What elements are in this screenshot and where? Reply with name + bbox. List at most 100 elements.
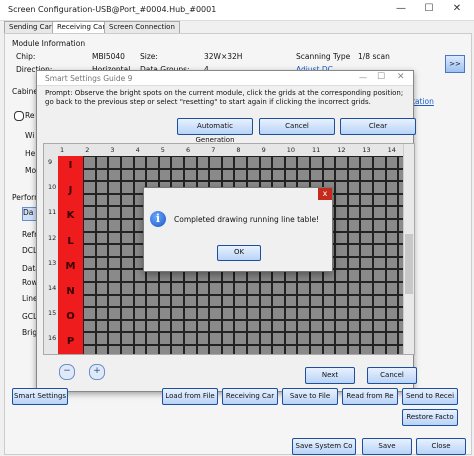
grid-cell[interactable] — [133, 319, 147, 333]
grid-cell[interactable] — [335, 307, 348, 320]
grid-cell[interactable] — [171, 168, 184, 182]
message-close-icon[interactable]: x — [318, 188, 332, 200]
send-to-receiving-button[interactable]: Send to Recei — [402, 388, 458, 405]
grid-cell[interactable] — [83, 181, 96, 194]
grid-cell[interactable] — [108, 168, 121, 182]
grid-cell[interactable] — [284, 156, 298, 169]
grid-cell[interactable] — [95, 256, 109, 270]
next-button[interactable]: Next — [305, 367, 355, 384]
grid-cell[interactable] — [284, 345, 298, 354]
grid-cell[interactable] — [259, 156, 273, 169]
grid-cell[interactable] — [121, 256, 134, 270]
load-from-file-button[interactable]: Load from File — [162, 388, 218, 405]
grid-cell[interactable] — [322, 319, 336, 333]
grid-cell[interactable] — [133, 156, 147, 169]
grid-cell[interactable] — [335, 168, 348, 182]
grid-cell[interactable] — [184, 156, 197, 169]
grid-cell[interactable] — [272, 307, 285, 320]
grid-cell[interactable] — [83, 156, 96, 169]
grid-cell[interactable] — [360, 244, 373, 257]
grid-cell[interactable] — [385, 294, 399, 308]
grid-cell[interactable] — [322, 332, 336, 345]
grid-cell[interactable] — [373, 319, 386, 333]
grid-cell[interactable] — [121, 193, 134, 207]
grid-cell[interactable] — [83, 269, 96, 282]
restore-factory-button[interactable]: Restore Facto — [402, 409, 458, 426]
grid-cell[interactable] — [347, 269, 361, 282]
grid-cell[interactable] — [310, 168, 323, 182]
grid-cell[interactable] — [385, 231, 399, 245]
grid-cell[interactable] — [259, 294, 273, 308]
grid-cell[interactable] — [171, 294, 184, 308]
grid-cell[interactable] — [373, 156, 386, 169]
grid-cell[interactable] — [385, 244, 399, 257]
grid-cell[interactable] — [209, 294, 222, 308]
grid-cell[interactable] — [272, 156, 285, 169]
grid-cell[interactable] — [360, 193, 373, 207]
grid-cell[interactable] — [184, 345, 197, 354]
grid-cell[interactable] — [108, 244, 121, 257]
grid-cell[interactable] — [133, 282, 147, 295]
grid-cell[interactable] — [83, 219, 96, 232]
grid-cell[interactable] — [360, 168, 373, 182]
grid-cell[interactable] — [385, 193, 399, 207]
grid-cell[interactable] — [146, 282, 159, 295]
grid-cell[interactable] — [121, 307, 134, 320]
grid-cell[interactable] — [221, 319, 235, 333]
grid-cell[interactable] — [284, 168, 298, 182]
grid-cell[interactable] — [385, 156, 399, 169]
grid-cell[interactable] — [108, 219, 121, 232]
grid-cell[interactable] — [196, 332, 210, 345]
grid-cell[interactable] — [158, 156, 172, 169]
grid-cell[interactable] — [310, 345, 323, 354]
grid-cell[interactable] — [259, 319, 273, 333]
grid-cell[interactable] — [121, 206, 134, 219]
grid-cell[interactable] — [259, 168, 273, 182]
close-button[interactable]: Close — [416, 438, 466, 455]
grid-cell[interactable] — [108, 319, 121, 333]
grid-cell[interactable] — [83, 282, 96, 295]
grid-cell[interactable] — [158, 294, 172, 308]
grid-cell[interactable] — [385, 282, 399, 295]
grid-cell[interactable] — [347, 193, 361, 207]
grid-cell[interactable] — [146, 156, 159, 169]
grid-cell[interactable] — [272, 345, 285, 354]
grid-cell[interactable] — [347, 282, 361, 295]
grid-cell[interactable] — [95, 206, 109, 219]
grid-cell[interactable] — [272, 168, 285, 182]
grid-cell[interactable] — [272, 332, 285, 345]
save-system-config-button[interactable]: Save System Co — [292, 438, 356, 455]
grid-cell[interactable] — [259, 332, 273, 345]
grid-cell[interactable] — [184, 332, 197, 345]
grid-cell[interactable] — [121, 294, 134, 308]
grid-cell[interactable] — [209, 156, 222, 169]
save-button[interactable]: Save — [362, 438, 412, 455]
grid-cell[interactable] — [335, 181, 348, 194]
grid-cell[interactable] — [83, 193, 96, 207]
dialog-close-icon[interactable]: ✕ — [397, 72, 405, 82]
grid-cell[interactable] — [108, 307, 121, 320]
grid-cell[interactable] — [121, 269, 134, 282]
grid-cell[interactable] — [108, 231, 121, 245]
smart-settings-button[interactable]: Smart Settings — [12, 388, 68, 405]
grid-cell[interactable] — [146, 294, 159, 308]
grid-cell[interactable] — [121, 282, 134, 295]
grid-cell[interactable] — [95, 282, 109, 295]
grid-cell[interactable] — [121, 319, 134, 333]
grid-cell[interactable] — [335, 219, 348, 232]
grid-cell[interactable] — [247, 332, 260, 345]
grid-cell[interactable] — [385, 345, 399, 354]
grid-cell[interactable] — [121, 168, 134, 182]
grid-cell[interactable] — [310, 332, 323, 345]
grid-cell[interactable] — [171, 156, 184, 169]
grid-cell[interactable] — [310, 307, 323, 320]
grid-cell[interactable] — [95, 244, 109, 257]
maximize-icon[interactable]: ☐ — [418, 3, 440, 17]
vertical-scrollbar[interactable] — [403, 144, 414, 354]
grid-cell[interactable] — [360, 206, 373, 219]
grid-cell[interactable] — [259, 282, 273, 295]
grid-cell[interactable] — [95, 168, 109, 182]
grid-cell[interactable] — [347, 231, 361, 245]
grid-cell[interactable] — [360, 269, 373, 282]
grid-cell[interactable] — [146, 319, 159, 333]
